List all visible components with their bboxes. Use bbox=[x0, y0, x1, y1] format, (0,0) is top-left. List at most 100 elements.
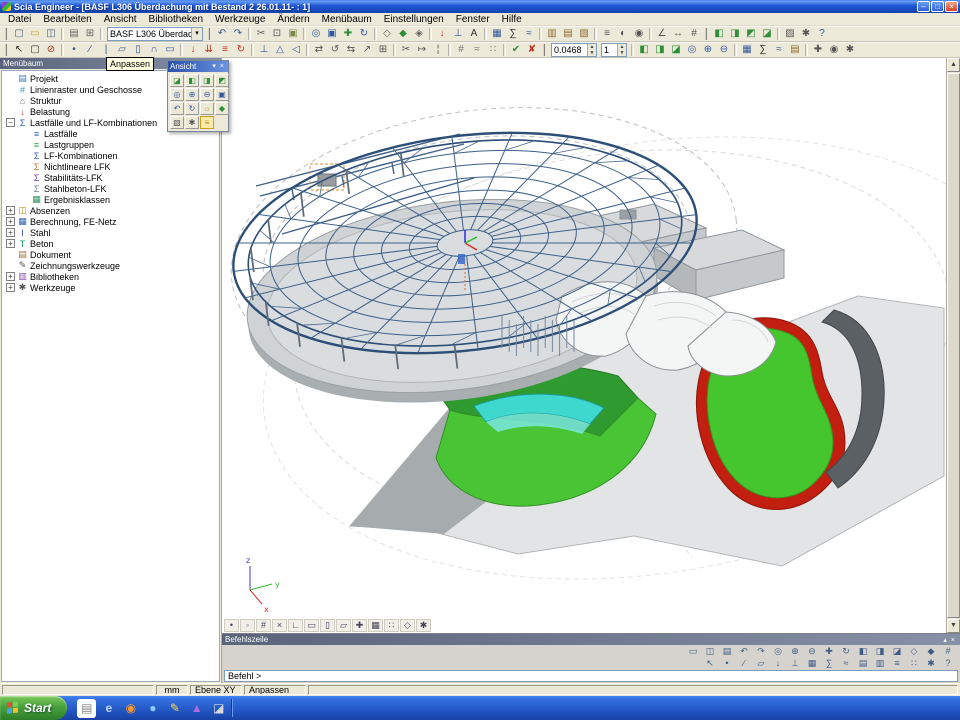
vp-settings-icon[interactable]: ✱ bbox=[416, 619, 431, 632]
tree-expander[interactable]: + bbox=[6, 228, 15, 237]
dimension-icon[interactable]: ↔ bbox=[670, 27, 686, 41]
messenger-icon[interactable]: ● bbox=[143, 699, 162, 718]
cmd-support-icon[interactable]: ⊥ bbox=[787, 658, 803, 669]
view-xy-icon[interactable]: ◧ bbox=[185, 74, 199, 87]
surface-load-icon[interactable]: ≡ bbox=[217, 43, 233, 57]
wireframe-icon[interactable]: ◇ bbox=[379, 27, 395, 41]
toolbar-grip[interactable] bbox=[5, 28, 8, 40]
help-icon[interactable]: ? bbox=[814, 27, 830, 41]
mesh-icon[interactable]: ▦ bbox=[489, 27, 505, 41]
render-settings-icon[interactable]: ✱ bbox=[798, 27, 814, 41]
view-x-icon[interactable]: ◧ bbox=[711, 27, 727, 41]
spinner-icons[interactable]: ▲▼ bbox=[587, 44, 596, 56]
clipping-icon[interactable]: ▨ bbox=[782, 27, 798, 41]
layers-icon[interactable]: ≡ bbox=[200, 116, 214, 129]
toolbar-grip[interactable] bbox=[208, 28, 211, 40]
editor-icon[interactable]: ✎ bbox=[165, 699, 184, 718]
menu-bibliotheken[interactable]: Bibliotheken bbox=[143, 13, 209, 26]
cad-app-icon[interactable]: ◪ bbox=[209, 699, 228, 718]
tree-expander[interactable]: + bbox=[6, 272, 15, 281]
front-view-icon[interactable]: ◧ bbox=[636, 43, 652, 57]
tree-item[interactable]: ≡Lastgruppen bbox=[2, 139, 219, 150]
storey-icon[interactable]: ≈ bbox=[469, 43, 485, 57]
deselect-icon[interactable]: ⊘ bbox=[43, 43, 59, 57]
document-icon[interactable]: ▤ bbox=[560, 27, 576, 41]
shell-icon[interactable]: ∩ bbox=[146, 43, 162, 57]
cmd-rotate-icon[interactable]: ↻ bbox=[838, 646, 854, 657]
cmd-settings-icon[interactable]: ✱ bbox=[923, 658, 939, 669]
command-input[interactable]: Befehl > bbox=[224, 670, 958, 682]
point-load-icon[interactable]: ↓ bbox=[185, 43, 201, 57]
scale-field[interactable]: 0.0468▲▼ bbox=[551, 43, 597, 57]
select-window-icon[interactable]: ▢ bbox=[27, 43, 43, 57]
show-labels-icon[interactable]: A bbox=[466, 27, 482, 41]
cmd-zoom-in-icon[interactable]: ⊕ bbox=[787, 646, 803, 657]
tree-item[interactable]: ▦Ergebnisklassen bbox=[2, 194, 219, 205]
new-project-icon[interactable]: ▢ bbox=[11, 27, 27, 41]
cmd-pan-icon[interactable]: ✚ bbox=[821, 646, 837, 657]
rotate-view-icon[interactable]: ↻ bbox=[356, 27, 372, 41]
column-icon[interactable]: | bbox=[98, 43, 114, 57]
vp-raster-icon[interactable]: ▦ bbox=[368, 619, 383, 632]
tree-expander[interactable]: + bbox=[6, 206, 15, 215]
iso-view-icon[interactable]: ◪ bbox=[668, 43, 684, 57]
cmd-view-x-icon[interactable]: ◧ bbox=[855, 646, 871, 657]
cut-icon[interactable]: ✂ bbox=[253, 27, 269, 41]
zoom-window-icon[interactable]: ▣ bbox=[324, 27, 340, 41]
scia-engineer-icon[interactable]: ▲ bbox=[187, 699, 206, 718]
tree-item[interactable]: ΣLF-Kombinationen bbox=[2, 150, 219, 161]
shaded-icon[interactable]: ◆ bbox=[395, 27, 411, 41]
cmd-table-icon[interactable]: ▥ bbox=[872, 658, 888, 669]
vp-plane-xy-icon[interactable]: ▭ bbox=[304, 619, 319, 632]
visibility-icon[interactable]: ◉ bbox=[631, 27, 647, 41]
count-field[interactable]: 1▲▼ bbox=[601, 43, 627, 57]
tree-expander[interactable]: + bbox=[6, 283, 15, 292]
dot-grid-icon[interactable]: ∷ bbox=[485, 43, 501, 57]
mirror-icon[interactable]: ⇆ bbox=[343, 43, 359, 57]
toolbar-grip[interactable] bbox=[543, 44, 546, 56]
extend-icon[interactable]: ↦ bbox=[414, 43, 430, 57]
cmd-load-icon[interactable]: ↓ bbox=[770, 658, 786, 669]
cmd-view-y-icon[interactable]: ◨ bbox=[872, 646, 888, 657]
tree-expander[interactable]: + bbox=[6, 217, 15, 226]
zoom-all-icon[interactable]: ◎ bbox=[308, 27, 324, 41]
viewport-scrollbar[interactable]: ▲ ▼ bbox=[946, 58, 960, 633]
cmd-mesh-icon[interactable]: ▦ bbox=[804, 658, 820, 669]
support-hinged-icon[interactable]: △ bbox=[272, 43, 288, 57]
break-icon[interactable]: ¦ bbox=[430, 43, 446, 57]
cmd-document-icon[interactable]: ▤ bbox=[855, 658, 871, 669]
vp-snap-mid-icon[interactable]: ◦ bbox=[240, 619, 255, 632]
beam-icon[interactable]: ∕ bbox=[82, 43, 98, 57]
cmd-calc-icon[interactable]: ∑ bbox=[821, 658, 837, 669]
command-panel-titlebar[interactable]: Befehlszeile ▴× bbox=[222, 634, 960, 645]
redo-icon[interactable]: ↷ bbox=[230, 27, 246, 41]
result-diagram-icon[interactable]: ≈ bbox=[771, 43, 787, 57]
cmd-zoom-all-icon[interactable]: ◎ bbox=[770, 646, 786, 657]
multicopy-icon[interactable]: ⊞ bbox=[375, 43, 391, 57]
render-icon[interactable]: ◆ bbox=[215, 102, 229, 115]
menu-fenster[interactable]: Fenster bbox=[450, 13, 496, 26]
scroll-down-icon[interactable]: ▼ bbox=[947, 619, 960, 633]
close-icon[interactable]: × bbox=[949, 637, 957, 644]
tree-item[interactable]: +TBeton bbox=[2, 238, 219, 249]
wall-icon[interactable]: ▯ bbox=[130, 43, 146, 57]
vp-plane-yz-icon[interactable]: ▱ bbox=[336, 619, 351, 632]
menu-menbaum[interactable]: Menübaum bbox=[316, 13, 378, 26]
paste-icon[interactable]: ▣ bbox=[285, 27, 301, 41]
results-icon[interactable]: ≈ bbox=[521, 27, 537, 41]
vp-snap-grid-icon[interactable]: # bbox=[256, 619, 271, 632]
tree-item[interactable]: ▤Dokument bbox=[2, 249, 219, 260]
tree-item[interactable]: +▥Bibliotheken bbox=[2, 271, 219, 282]
side-view-icon[interactable]: ◨ bbox=[652, 43, 668, 57]
cmd-node-icon[interactable]: • bbox=[719, 658, 735, 669]
view-y-icon[interactable]: ◨ bbox=[727, 27, 743, 41]
zoom-all-2-icon[interactable]: ◎ bbox=[684, 43, 700, 57]
zoom-in-icon[interactable]: ⊕ bbox=[700, 43, 716, 57]
calculate-icon[interactable]: ∑ bbox=[505, 27, 521, 41]
rotate-view-icon[interactable]: ↻ bbox=[185, 102, 199, 115]
cmd-beam-icon[interactable]: ∕ bbox=[736, 658, 752, 669]
cmd-layers-icon[interactable]: ≡ bbox=[889, 658, 905, 669]
menu-ansicht[interactable]: Ansicht bbox=[98, 13, 143, 26]
scroll-up-icon[interactable]: ▲ bbox=[947, 58, 960, 72]
view-yz-icon[interactable]: ◩ bbox=[215, 74, 229, 87]
